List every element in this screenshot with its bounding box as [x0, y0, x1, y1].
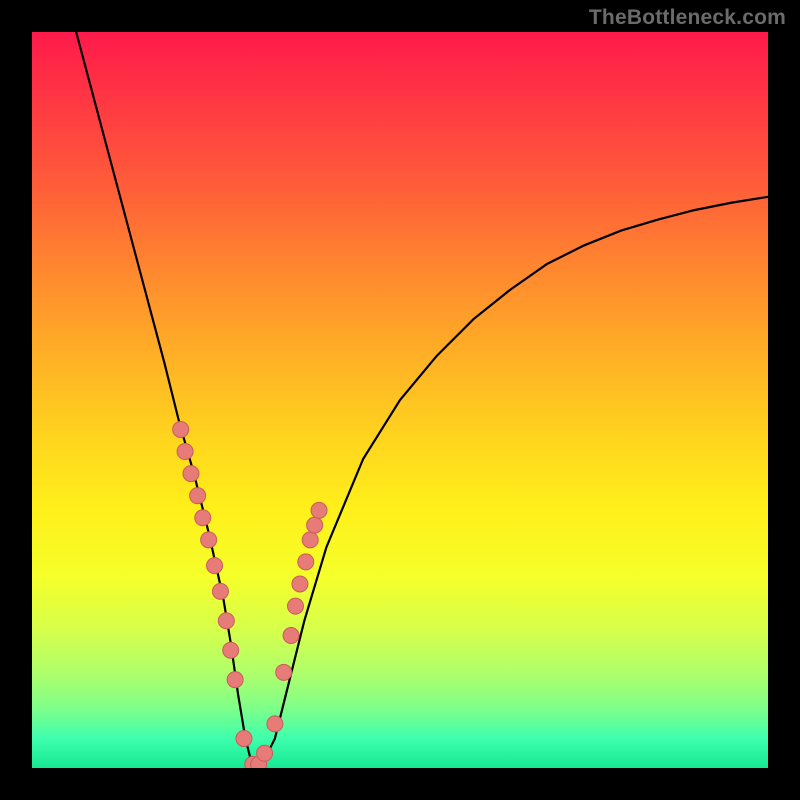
marker-point: [292, 576, 308, 592]
marker-point: [177, 444, 193, 460]
marker-point: [276, 664, 292, 680]
marker-point: [236, 731, 252, 747]
marker-point: [227, 672, 243, 688]
marker-point: [195, 510, 211, 526]
highlight-markers: [173, 421, 327, 768]
marker-point: [257, 745, 273, 761]
chart-svg: [32, 32, 768, 768]
marker-point: [190, 488, 206, 504]
marker-point: [267, 716, 283, 732]
bottleneck-curve: [76, 32, 768, 768]
marker-point: [183, 466, 199, 482]
marker-point: [201, 532, 217, 548]
marker-point: [302, 532, 318, 548]
marker-point: [311, 502, 327, 518]
chart-frame: TheBottleneck.com: [0, 0, 800, 800]
marker-point: [173, 421, 189, 437]
marker-point: [207, 558, 223, 574]
marker-point: [298, 554, 314, 570]
marker-point: [223, 642, 239, 658]
marker-point: [218, 613, 234, 629]
marker-point: [283, 628, 299, 644]
marker-point: [287, 598, 303, 614]
marker-point: [307, 517, 323, 533]
plot-area: [32, 32, 768, 768]
marker-point: [212, 583, 228, 599]
watermark-text: TheBottleneck.com: [589, 6, 786, 30]
